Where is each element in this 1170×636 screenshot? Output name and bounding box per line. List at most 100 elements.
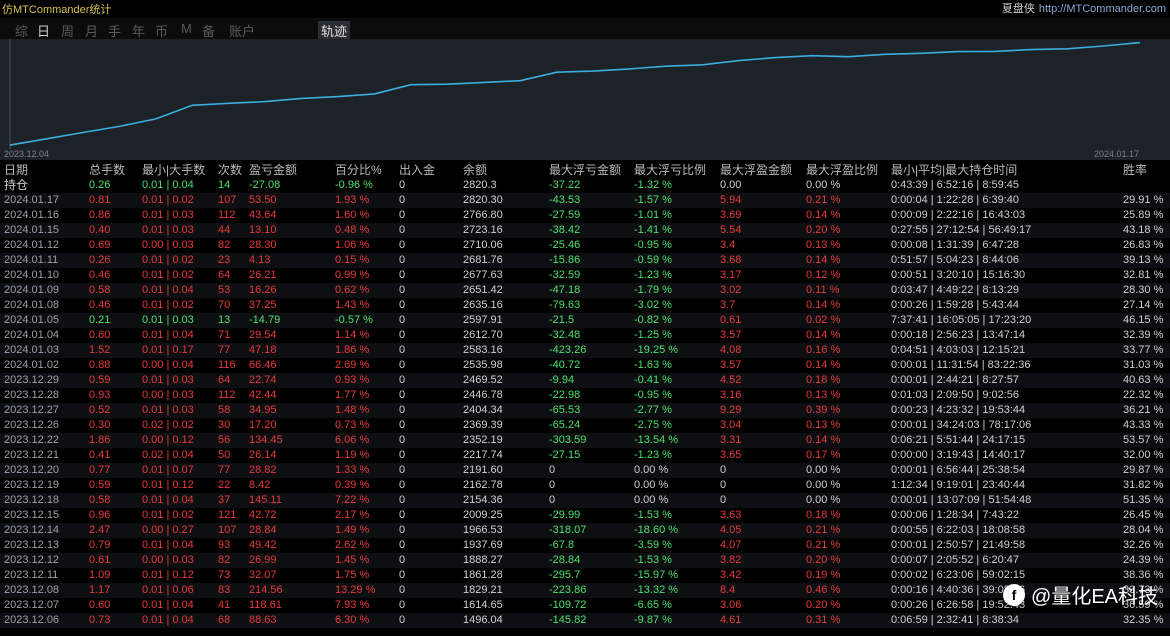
header-pct[interactable]: 百分比% <box>335 163 382 178</box>
cell-deposit-withdraw: 0 <box>399 269 406 281</box>
table-row[interactable]: 2023.12.29 0.59 0.01 | 0.03 64 22.74 0.93 % 0 2… <box>0 373 1170 388</box>
tab-5[interactable]: 年 <box>132 21 145 40</box>
table-row[interactable]: 2023.12.14 2.47 0.00 | 0.27 107 28.84 1.49 % 0… <box>0 523 1170 538</box>
table-row[interactable]: 2023.12.08 1.17 0.01 | 0.06 83 214.56 13.29 %… <box>0 583 1170 598</box>
table-row[interactable]: 2024.01.05 0.21 0.01 | 0.03 13 -14.79 -0.57 %… <box>0 313 1170 328</box>
tab-6[interactable]: 币 <box>155 21 168 40</box>
cell-pnl: 37.25 <box>249 299 277 311</box>
brand-url[interactable]: http://MTCommander.com <box>1039 3 1166 15</box>
tab-3[interactable]: 月 <box>85 21 98 40</box>
cell-deposit-withdraw: 0 <box>399 389 406 401</box>
table-row[interactable]: 2024.01.04 0.60 0.01 | 0.04 71 29.54 1.14 % 0 2… <box>0 328 1170 343</box>
cell-date: 2023.12.18 <box>4 494 60 506</box>
cell-deposit-withdraw: 0 <box>399 494 406 506</box>
table-row[interactable]: 2024.01.10 0.46 0.01 | 0.02 64 26.21 0.99 % 0 2… <box>0 268 1170 283</box>
header-win-rate[interactable]: 胜率 <box>1123 163 1147 178</box>
cell-trade-count: 41 <box>218 599 231 611</box>
title-bar: 仿MTCommander统计 夏盘侠 http://MTCommander.com <box>0 0 1170 18</box>
cell-balance: 2612.70 <box>463 329 503 341</box>
cell-min-max-lots: 0.00 | 0.12 <box>142 434 194 446</box>
tab-9[interactable]: 账户 <box>229 21 255 40</box>
table-row[interactable]: 2024.01.02 0.88 0.00 | 0.04 116 66.46 2.69 % 0… <box>0 358 1170 373</box>
table-row[interactable]: 2024.01.16 0.86 0.01 | 0.03 112 43.64 1.60 % 0… <box>0 208 1170 223</box>
cell-date: 2024.01.03 <box>4 344 60 356</box>
header-total-lots[interactable]: 总手数 <box>89 163 125 178</box>
table-row[interactable]: 2024.01.11 0.26 0.01 | 0.02 23 4.13 0.15 % 0 26… <box>0 253 1170 268</box>
table-row[interactable]: 2024.01.17 0.81 0.01 | 0.02 107 53.50 1.93 % 0… <box>0 193 1170 208</box>
cell-pnl: 66.46 <box>249 359 277 371</box>
cell-trade-count: 58 <box>218 404 231 416</box>
cell-min-max-lots: 0.01 | 0.06 <box>142 584 194 596</box>
cell-min-max-lots: 0.01 | 0.02 <box>142 299 194 311</box>
header-pnl[interactable]: 盈亏金额 <box>249 163 297 178</box>
brand-link[interactable]: 夏盘侠 http://MTCommander.com <box>1002 0 1166 16</box>
cell-total-lots: 0.30 <box>89 419 111 431</box>
table-row[interactable]: 2023.12.06 0.73 0.01 | 0.04 68 88.63 6.30 % 0 1… <box>0 613 1170 628</box>
cell-win-rate: 51.35 % <box>1123 494 1164 506</box>
table-row[interactable]: 2023.12.18 0.58 0.01 | 0.04 37 145.11 7.22 % 0… <box>0 493 1170 508</box>
table-row[interactable]: 2023.12.26 0.30 0.02 | 0.02 30 17.20 0.73 % 0 2… <box>0 418 1170 433</box>
tab-8[interactable]: 备 <box>202 21 215 40</box>
header-date[interactable]: 日期 <box>4 163 28 178</box>
cell-max-float-loss: -65.53 <box>549 404 581 416</box>
table-row[interactable]: 2024.01.15 0.40 0.01 | 0.03 44 13.10 0.48 % 0 2… <box>0 223 1170 238</box>
header-max-float-loss[interactable]: 最大浮亏金额 <box>549 163 621 178</box>
table-row[interactable]: 2023.12.19 0.59 0.01 | 0.12 22 8.42 0.39 % 0 21… <box>0 478 1170 493</box>
cell-max-float-loss: -303.59 <box>549 434 587 446</box>
cell-total-lots: 0.93 <box>89 389 111 401</box>
table-row[interactable]: 2023.12.28 0.93 0.00 | 0.03 112 42.44 1.77 % 0… <box>0 388 1170 403</box>
cell-win-rate: 32.35 % <box>1123 614 1164 626</box>
header-deposit-withdraw[interactable]: 出入金 <box>399 163 435 178</box>
header-max-float-profit[interactable]: 最大浮盈金额 <box>720 163 792 178</box>
holding-row[interactable]: 持仓 0.26 0.01 | 0.04 14 -27.08 -0.96 % 0 2820.3 -… <box>0 178 1170 193</box>
cell-max-float-profit-pct: 0.19 % <box>806 569 841 581</box>
table-row[interactable]: 2023.12.21 0.41 0.02 | 0.04 50 26.14 1.19 % 0 2… <box>0 448 1170 463</box>
header-balance[interactable]: 余额 <box>463 163 487 178</box>
cell-max-float-profit-pct: 0.11 % <box>806 284 840 296</box>
table-row[interactable]: 2024.01.08 0.46 0.01 | 0.02 70 37.25 1.43 % 0 2… <box>0 298 1170 313</box>
cell-trade-count: 13 <box>218 314 231 326</box>
table-row[interactable]: 2023.12.22 1.86 0.00 | 0.12 56 134.45 6.06 % 0… <box>0 433 1170 448</box>
cell-hold-time: 0:01:03 | 2:09:50 | 9:02:56 <box>891 389 1020 401</box>
tab-0[interactable]: 综 <box>15 21 28 40</box>
cell-max-float-loss-pct: -1.57 % <box>634 194 672 206</box>
table-row[interactable]: 2024.01.09 0.58 0.01 | 0.04 53 16.26 0.62 % 0 2… <box>0 283 1170 298</box>
cell-hold-time: 0:00:04 | 1:22:28 | 6:39:40 <box>891 194 1020 206</box>
header-max-float-profit-pct[interactable]: 最大浮盈比例 <box>806 163 878 178</box>
table-row[interactable]: 2023.12.27 0.52 0.01 | 0.03 58 34.95 1.48 % 0 2… <box>0 403 1170 418</box>
header-trade-count[interactable]: 次数 <box>218 163 242 178</box>
table-row[interactable]: 2023.12.11 1.09 0.01 | 0.12 73 32.07 1.75 % 0 1… <box>0 568 1170 583</box>
header-hold-time[interactable]: 最小|平均|最大持仓时间 <box>891 163 1017 178</box>
cell-win-rate: 26.83 % <box>1123 239 1164 251</box>
tab-7[interactable]: M <box>181 21 192 36</box>
table-row[interactable]: 2023.12.12 0.61 0.00 | 0.03 82 26.99 1.45 % 0 1… <box>0 553 1170 568</box>
cell-max-float-profit-pct: 0.18 % <box>806 374 841 386</box>
header-max-float-loss-pct[interactable]: 最大浮亏比例 <box>634 163 706 178</box>
table-row[interactable]: 2024.01.03 1.52 0.01 | 0.17 77 47.18 1.86 % 0 2… <box>0 343 1170 358</box>
cell-total-lots: 0.41 <box>89 449 111 461</box>
cell-deposit-withdraw: 0 <box>399 299 406 311</box>
tab-1[interactable]: 日 <box>37 21 50 40</box>
table-row[interactable]: 2023.12.13 0.79 0.01 | 0.04 93 49.42 2.62 % 0 1… <box>0 538 1170 553</box>
cell-date: 2024.01.02 <box>4 359 60 371</box>
cell-total-lots: 1.17 <box>89 584 111 596</box>
tab-2[interactable]: 周 <box>61 21 74 40</box>
cell-max-float-profit-pct: 0.13 % <box>806 419 841 431</box>
cell-pnl: -14.79 <box>249 314 281 326</box>
cell-max-float-profit: 3.68 <box>720 254 742 266</box>
table-row[interactable]: 2023.12.20 0.77 0.01 | 0.07 77 28.82 1.33 % 0 2… <box>0 463 1170 478</box>
cell-win-rate: 29.91 % <box>1123 194 1164 206</box>
cell-total-lots: 0.96 <box>89 509 111 521</box>
cell-max-float-profit: 0.61 <box>720 314 742 326</box>
cell-max-float-loss: -79.63 <box>549 299 581 311</box>
table-row[interactable]: 2023.12.07 0.60 0.01 | 0.04 41 118.61 7.93 % 0… <box>0 598 1170 613</box>
cell-trade-count: 93 <box>218 539 231 551</box>
cell-max-float-loss: -223.86 <box>549 584 587 596</box>
table-row[interactable]: 2024.01.12 0.69 0.00 | 0.03 82 28.30 1.06 % 0 2… <box>0 238 1170 253</box>
table-row[interactable]: 2023.12.15 0.96 0.01 | 0.02 121 42.72 2.17 % 0… <box>0 508 1170 523</box>
cell-balance: 2635.16 <box>463 299 503 311</box>
header-min-max-lots[interactable]: 最小|大手数 <box>142 163 205 178</box>
tab-track[interactable]: 轨迹 <box>318 21 351 40</box>
tab-4[interactable]: 手 <box>108 21 121 40</box>
cell-max-float-profit: 3.04 <box>720 419 742 431</box>
